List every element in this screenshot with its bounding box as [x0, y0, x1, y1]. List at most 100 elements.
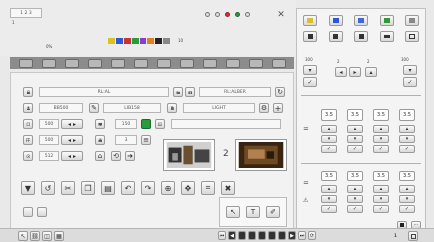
cycle-button[interactable]: ⟲: [111, 151, 121, 161]
action-redo-button[interactable]: ↷: [141, 181, 155, 195]
tool-tab-10[interactable]: [225, 58, 240, 68]
mid-ctrl-2b[interactable]: ▾: [347, 135, 363, 143]
right-ctrl-1[interactable]: [303, 31, 317, 42]
upper-ctrl-6[interactable]: ✓: [303, 77, 317, 87]
low-ctrl-4b[interactable]: ▾: [399, 195, 415, 203]
tool-tab-3[interactable]: [64, 58, 79, 68]
tool-tab-6[interactable]: [133, 58, 148, 68]
right-ctrl-2[interactable]: [328, 31, 343, 42]
action-rotate-button[interactable]: ↺: [41, 181, 55, 195]
upper-ctrl-5[interactable]: ▾: [403, 65, 417, 75]
value-input-3[interactable]: 500: [39, 135, 59, 145]
print-button[interactable]: [95, 135, 105, 145]
upper-ctrl-3[interactable]: ▸: [349, 67, 361, 77]
action-crop-button[interactable]: ⌗: [201, 181, 215, 195]
upper-ctrl-1[interactable]: ▾: [303, 65, 317, 75]
mid-ctrl-1b[interactable]: ▾: [321, 135, 337, 143]
stepper-1[interactable]: ◂ ▸: [61, 119, 83, 129]
image-button[interactable]: [155, 119, 165, 129]
upper-ctrl-7[interactable]: ✓: [403, 77, 417, 87]
low-ctrl-1c[interactable]: ✓: [321, 205, 337, 213]
shape-button-2[interactable]: [23, 135, 33, 145]
photo-thumbnail-2[interactable]: [235, 139, 287, 171]
light-settings-button[interactable]: ⚙: [259, 103, 269, 113]
media-step-4[interactable]: [268, 231, 276, 240]
low-ctrl-3a[interactable]: ▴: [373, 185, 389, 193]
stepper-3[interactable]: ◂ ▸: [61, 151, 83, 161]
monitor-button[interactable]: [95, 119, 105, 129]
color-btn-gray[interactable]: [405, 15, 419, 26]
mid-ctrl-1a[interactable]: ▴: [321, 125, 337, 133]
id-input[interactable]: BB500: [39, 103, 83, 113]
mid-ctrl-2a[interactable]: ▴: [347, 125, 363, 133]
value-input-1[interactable]: 500: [39, 119, 59, 129]
value-input-4[interactable]: 3: [115, 135, 137, 145]
name-input-2[interactable]: RL:ALBER: [199, 87, 271, 97]
mid-value-box-3[interactable]: 3.5: [373, 109, 389, 121]
swatch-8[interactable]: [163, 38, 170, 44]
right-ctrl-4[interactable]: [379, 31, 394, 42]
folder-button[interactable]: [173, 87, 183, 97]
menu-button[interactable]: ≡: [141, 135, 151, 145]
swatch-3[interactable]: [123, 38, 131, 44]
color-btn-blue-2[interactable]: [354, 15, 368, 26]
color-btn-green[interactable]: [379, 15, 394, 26]
action-paste-button[interactable]: ▤: [101, 181, 115, 195]
mid-value-box-4[interactable]: 3.5: [399, 109, 415, 121]
swatch-6[interactable]: [147, 38, 155, 44]
swatch-4[interactable]: [131, 38, 139, 44]
right-ctrl-5[interactable]: [405, 31, 419, 42]
swatch-5[interactable]: [139, 38, 147, 44]
mid-ctrl-3c[interactable]: ✓: [373, 145, 389, 153]
shape-button-1[interactable]: [23, 119, 33, 129]
tool-tab-12[interactable]: [271, 58, 286, 68]
tool-tab-1[interactable]: [18, 58, 33, 68]
action-undo-button[interactable]: ↶: [121, 181, 135, 195]
bottom-tool-3[interactable]: ◫: [42, 231, 52, 241]
tool-tab-11[interactable]: [248, 58, 263, 68]
mid-ctrl-3b[interactable]: ▾: [373, 135, 389, 143]
tool-tab-9[interactable]: [202, 58, 217, 68]
media-prev[interactable]: ◀: [228, 231, 236, 240]
media-step-5[interactable]: [278, 231, 286, 240]
color-btn-yellow[interactable]: [303, 15, 317, 26]
mid-ctrl-4a[interactable]: ▴: [399, 125, 415, 133]
bottom-tool-1[interactable]: ↖: [18, 231, 28, 241]
swatch-7[interactable]: [155, 38, 163, 44]
action-cut-button[interactable]: ✂: [61, 181, 75, 195]
mid-value-box-2[interactable]: 3.5: [347, 109, 363, 121]
value-input-5[interactable]: 512: [39, 151, 59, 161]
name-input-1[interactable]: RL:AL: [39, 87, 169, 97]
add-button[interactable]: +: [273, 103, 283, 113]
tool-tab-5[interactable]: [110, 58, 125, 68]
lib-input[interactable]: LIB158: [103, 103, 161, 113]
media-step-1[interactable]: [238, 231, 246, 240]
swatch-2[interactable]: [115, 38, 123, 44]
action-zoom-button[interactable]: ⊕: [161, 181, 175, 195]
low-ctrl-2c[interactable]: ✓: [347, 205, 363, 213]
stepper-2[interactable]: ◂ ▸: [61, 135, 83, 145]
upper-ctrl-2[interactable]: ◂: [335, 67, 347, 77]
tool-tab-7[interactable]: [156, 58, 171, 68]
tool-tab-2[interactable]: [41, 58, 56, 68]
small-toggle-1[interactable]: [23, 207, 33, 217]
value-input-2[interactable]: 150: [115, 119, 137, 129]
shape-button-3[interactable]: [23, 151, 33, 161]
low-ctrl-3b[interactable]: ▾: [373, 195, 389, 203]
low-value-box-3[interactable]: 3.5: [373, 171, 389, 181]
low-ctrl-3c[interactable]: ✓: [373, 205, 389, 213]
refresh-button[interactable]: ↻: [275, 87, 285, 97]
tool-tab-4[interactable]: [87, 58, 102, 68]
arrow-button[interactable]: ➜: [125, 151, 135, 161]
camera-button[interactable]: [185, 87, 195, 97]
tool-tab-8[interactable]: [179, 58, 194, 68]
action-copy-button[interactable]: ❐: [81, 181, 95, 195]
light-input[interactable]: LIGHT: [183, 103, 255, 113]
low-ctrl-4c[interactable]: ✓: [399, 205, 415, 213]
lower-tool-1[interactable]: ↖: [226, 206, 240, 218]
low-value-box-4[interactable]: 3.5: [399, 171, 415, 181]
media-first[interactable]: ⏮: [218, 231, 226, 240]
lower-tool-3[interactable]: ✐: [266, 206, 280, 218]
person-button[interactable]: [23, 103, 33, 113]
photo-thumbnail-1[interactable]: [163, 139, 215, 171]
